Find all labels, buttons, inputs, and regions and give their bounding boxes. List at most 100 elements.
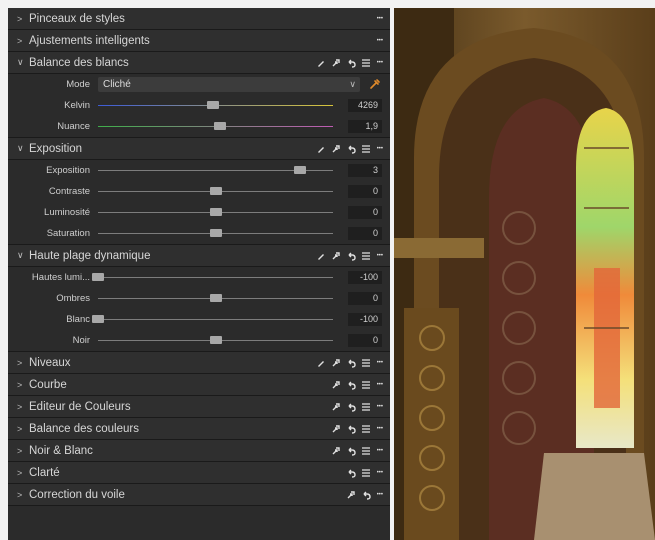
copy-adjustments-icon[interactable] bbox=[331, 380, 341, 390]
menu-icon[interactable] bbox=[361, 251, 371, 261]
section-header-levels[interactable]: > Niveaux ••• bbox=[8, 352, 390, 374]
slider-value-field[interactable]: 1,9 bbox=[348, 120, 382, 133]
slider-value-field[interactable]: 0 bbox=[348, 227, 382, 240]
more-options-icon[interactable]: ••• bbox=[377, 36, 383, 46]
more-options-icon[interactable]: ••• bbox=[377, 14, 383, 24]
hdr-slider-track[interactable] bbox=[92, 315, 333, 323]
menu-icon[interactable] bbox=[361, 380, 371, 390]
chevron-right-icon[interactable]: > bbox=[17, 490, 27, 500]
pencil-icon[interactable] bbox=[316, 358, 326, 368]
more-options-icon[interactable]: ••• bbox=[377, 446, 383, 456]
exposure-slider-track[interactable] bbox=[98, 166, 333, 174]
slider-value-field[interactable]: 0 bbox=[348, 206, 382, 219]
hdr-slider-track[interactable] bbox=[98, 294, 333, 302]
section-header-curve[interactable]: > Courbe ••• bbox=[8, 374, 390, 396]
slider-thumb[interactable] bbox=[207, 101, 220, 109]
copy-adjustments-icon[interactable] bbox=[346, 490, 356, 500]
slider-value-field[interactable]: 4269 bbox=[348, 99, 382, 112]
section-header-color-balance[interactable]: > Balance des couleurs ••• bbox=[8, 418, 390, 440]
pencil-icon[interactable] bbox=[316, 144, 326, 154]
slider-thumb[interactable] bbox=[209, 208, 222, 216]
reset-icon[interactable] bbox=[346, 251, 356, 261]
reset-icon[interactable] bbox=[346, 358, 356, 368]
chevron-right-icon[interactable]: > bbox=[17, 446, 27, 456]
white-balance-slider-track[interactable] bbox=[98, 101, 333, 109]
more-options-icon[interactable]: ••• bbox=[377, 144, 383, 154]
hdr-slider-track[interactable] bbox=[92, 273, 333, 281]
menu-icon[interactable] bbox=[361, 446, 371, 456]
slider-thumb[interactable] bbox=[209, 187, 222, 195]
slider-value-field[interactable]: -100 bbox=[348, 313, 382, 326]
chevron-right-icon[interactable]: > bbox=[17, 402, 27, 412]
menu-icon[interactable] bbox=[361, 144, 371, 154]
menu-icon[interactable] bbox=[361, 468, 371, 478]
section-header-clarity[interactable]: > Clarté ••• bbox=[8, 462, 390, 484]
pencil-icon[interactable] bbox=[316, 251, 326, 261]
chevron-right-icon[interactable]: > bbox=[17, 380, 27, 390]
chevron-right-icon[interactable]: > bbox=[17, 468, 27, 478]
section-header-smart[interactable]: > Ajustements intelligents ••• bbox=[8, 30, 390, 52]
more-options-icon[interactable]: ••• bbox=[377, 380, 383, 390]
chevron-right-icon[interactable]: > bbox=[17, 14, 27, 24]
hdr-slider-track[interactable] bbox=[98, 336, 333, 344]
slider-thumb[interactable] bbox=[92, 315, 104, 323]
section-header-styles[interactable]: > Pinceaux de styles ••• bbox=[8, 8, 390, 30]
chevron-down-icon[interactable]: ∨ bbox=[17, 57, 27, 68]
slider-value-field[interactable]: -100 bbox=[348, 271, 382, 284]
section-header-black-white[interactable]: > Noir & Blanc ••• bbox=[8, 440, 390, 462]
reset-icon[interactable] bbox=[346, 446, 356, 456]
mode-select[interactable]: Cliché ∨ bbox=[98, 77, 360, 92]
section-header-color-editor[interactable]: > Editeur de Couleurs ••• bbox=[8, 396, 390, 418]
menu-icon[interactable] bbox=[361, 402, 371, 412]
chevron-right-icon[interactable]: > bbox=[17, 36, 27, 46]
slider-value-field[interactable]: 3 bbox=[348, 164, 382, 177]
copy-adjustments-icon[interactable] bbox=[331, 358, 341, 368]
copy-adjustments-icon[interactable] bbox=[331, 446, 341, 456]
menu-icon[interactable] bbox=[361, 358, 371, 368]
menu-icon[interactable] bbox=[361, 58, 371, 68]
copy-adjustments-icon[interactable] bbox=[331, 144, 341, 154]
slider-thumb[interactable] bbox=[209, 336, 222, 344]
copy-adjustments-icon[interactable] bbox=[331, 251, 341, 261]
more-options-icon[interactable]: ••• bbox=[377, 490, 383, 500]
chevron-right-icon[interactable]: > bbox=[17, 424, 27, 434]
section-header-dehaze[interactable]: > Correction du voile ••• bbox=[8, 484, 390, 506]
copy-adjustments-icon[interactable] bbox=[331, 424, 341, 434]
section-header-exposure[interactable]: ∨ Exposition ••• bbox=[8, 138, 390, 160]
exposure-slider-track[interactable] bbox=[98, 229, 333, 237]
slider-thumb[interactable] bbox=[294, 166, 307, 174]
section-header-white-balance[interactable]: ∨ Balance des blancs ••• bbox=[8, 52, 390, 74]
reset-icon[interactable] bbox=[346, 380, 356, 390]
chevron-down-icon[interactable]: ∨ bbox=[17, 250, 27, 261]
more-options-icon[interactable]: ••• bbox=[377, 402, 383, 412]
more-options-icon[interactable]: ••• bbox=[377, 358, 383, 368]
section-header-hdr[interactable]: ∨ Haute plage dynamique ••• bbox=[8, 245, 390, 267]
copy-adjustments-icon[interactable] bbox=[331, 402, 341, 412]
more-options-icon[interactable]: ••• bbox=[377, 468, 383, 478]
pencil-icon[interactable] bbox=[316, 58, 326, 68]
chevron-right-icon[interactable]: > bbox=[17, 358, 27, 368]
reset-icon[interactable] bbox=[346, 468, 356, 478]
exposure-slider-track[interactable] bbox=[98, 187, 333, 195]
menu-icon[interactable] bbox=[361, 424, 371, 434]
reset-icon[interactable] bbox=[361, 490, 371, 500]
white-balance-slider-track[interactable] bbox=[98, 122, 333, 130]
slider-thumb[interactable] bbox=[209, 294, 222, 302]
reset-icon[interactable] bbox=[346, 402, 356, 412]
slider-thumb[interactable] bbox=[214, 122, 227, 130]
reset-icon[interactable] bbox=[346, 424, 356, 434]
more-options-icon[interactable]: ••• bbox=[377, 251, 383, 261]
exposure-slider-track[interactable] bbox=[98, 208, 333, 216]
slider-thumb[interactable] bbox=[92, 273, 104, 281]
more-options-icon[interactable]: ••• bbox=[377, 424, 383, 434]
slider-value-field[interactable]: 0 bbox=[348, 292, 382, 305]
more-options-icon[interactable]: ••• bbox=[377, 58, 383, 68]
slider-value-field[interactable]: 0 bbox=[348, 334, 382, 347]
copy-adjustments-icon[interactable] bbox=[331, 58, 341, 68]
reset-icon[interactable] bbox=[346, 144, 356, 154]
chevron-down-icon[interactable]: ∨ bbox=[17, 143, 27, 154]
slider-value-field[interactable]: 0 bbox=[348, 185, 382, 198]
eyedropper-icon[interactable] bbox=[369, 78, 381, 90]
slider-thumb[interactable] bbox=[209, 229, 222, 237]
reset-icon[interactable] bbox=[346, 58, 356, 68]
